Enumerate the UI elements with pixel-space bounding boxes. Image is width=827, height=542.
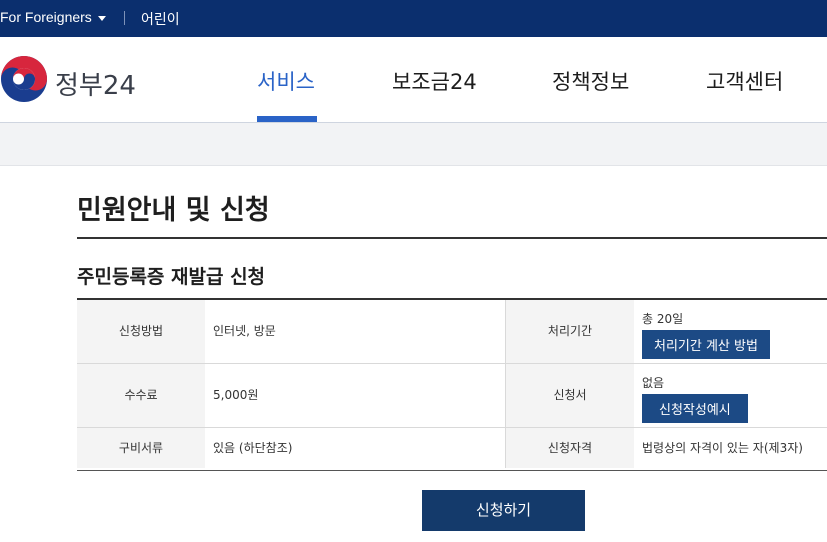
main-header: 정부24 서비스 보조금24 정책정보 고객센터 [0,37,827,123]
form-value: 없음 [642,376,665,390]
table-row: 신청방법 인터넷, 방문 처리기간 총 20일 처리기간 계산 방법 [77,300,827,364]
qualification-label: 신청자격 [506,428,634,468]
service-title: 주민등록증 재발급 신청 [77,266,266,288]
service-info-table: 신청방법 인터넷, 방문 처리기간 총 20일 처리기간 계산 방법 수수료 5… [77,298,827,471]
divider [124,11,125,25]
nav-item-customer-center[interactable]: 고객센터 [706,66,783,96]
method-value: 인터넷, 방문 [213,324,276,338]
table-row: 수수료 5,000원 신청서 없음 신청작성예시 [77,364,827,428]
for-foreigners-menu[interactable]: For Foreigners [0,9,106,25]
period-cell: 총 20일 처리기간 계산 방법 [642,310,827,359]
period-calc-button[interactable]: 처리기간 계산 방법 [642,330,770,359]
active-tab-indicator [257,116,317,122]
chevron-down-icon [97,15,106,21]
table-row: 구비서류 있음 (하단참조) 신청자격 법령상의 자격이 있는 자(제3자) [77,428,827,468]
period-label: 처리기간 [506,300,634,363]
for-foreigners-label: For Foreigners [0,9,92,25]
period-value: 총 20일 [642,312,684,326]
title-divider [77,237,827,239]
apply-button[interactable]: 신청하기 [422,490,585,531]
nav-item-services[interactable]: 서비스 [257,66,315,96]
nav-item-policy-info[interactable]: 정책정보 [552,66,629,96]
page-title: 민원안내 및 신청 [77,195,270,226]
qualification-value: 법령상의 자격이 있는 자(제3자) [642,441,803,455]
form-cell: 없음 신청작성예시 [642,374,827,423]
utility-bar: For Foreigners 어린이 [0,0,827,37]
kids-link[interactable]: 어린이 [141,9,180,29]
fee-label: 수수료 [77,364,205,427]
docs-value: 있음 (하단참조) [213,441,293,455]
nav-item-subsidy24[interactable]: 보조금24 [392,66,477,96]
fee-value: 5,000원 [213,388,259,402]
breadcrumb-band [0,123,827,166]
brand-name: 정부24 [55,71,136,101]
taegeuk-icon [1,56,47,102]
docs-label: 구비서류 [77,428,205,468]
form-label: 신청서 [506,364,634,427]
method-label: 신청방법 [77,300,205,363]
form-example-button[interactable]: 신청작성예시 [642,394,748,423]
